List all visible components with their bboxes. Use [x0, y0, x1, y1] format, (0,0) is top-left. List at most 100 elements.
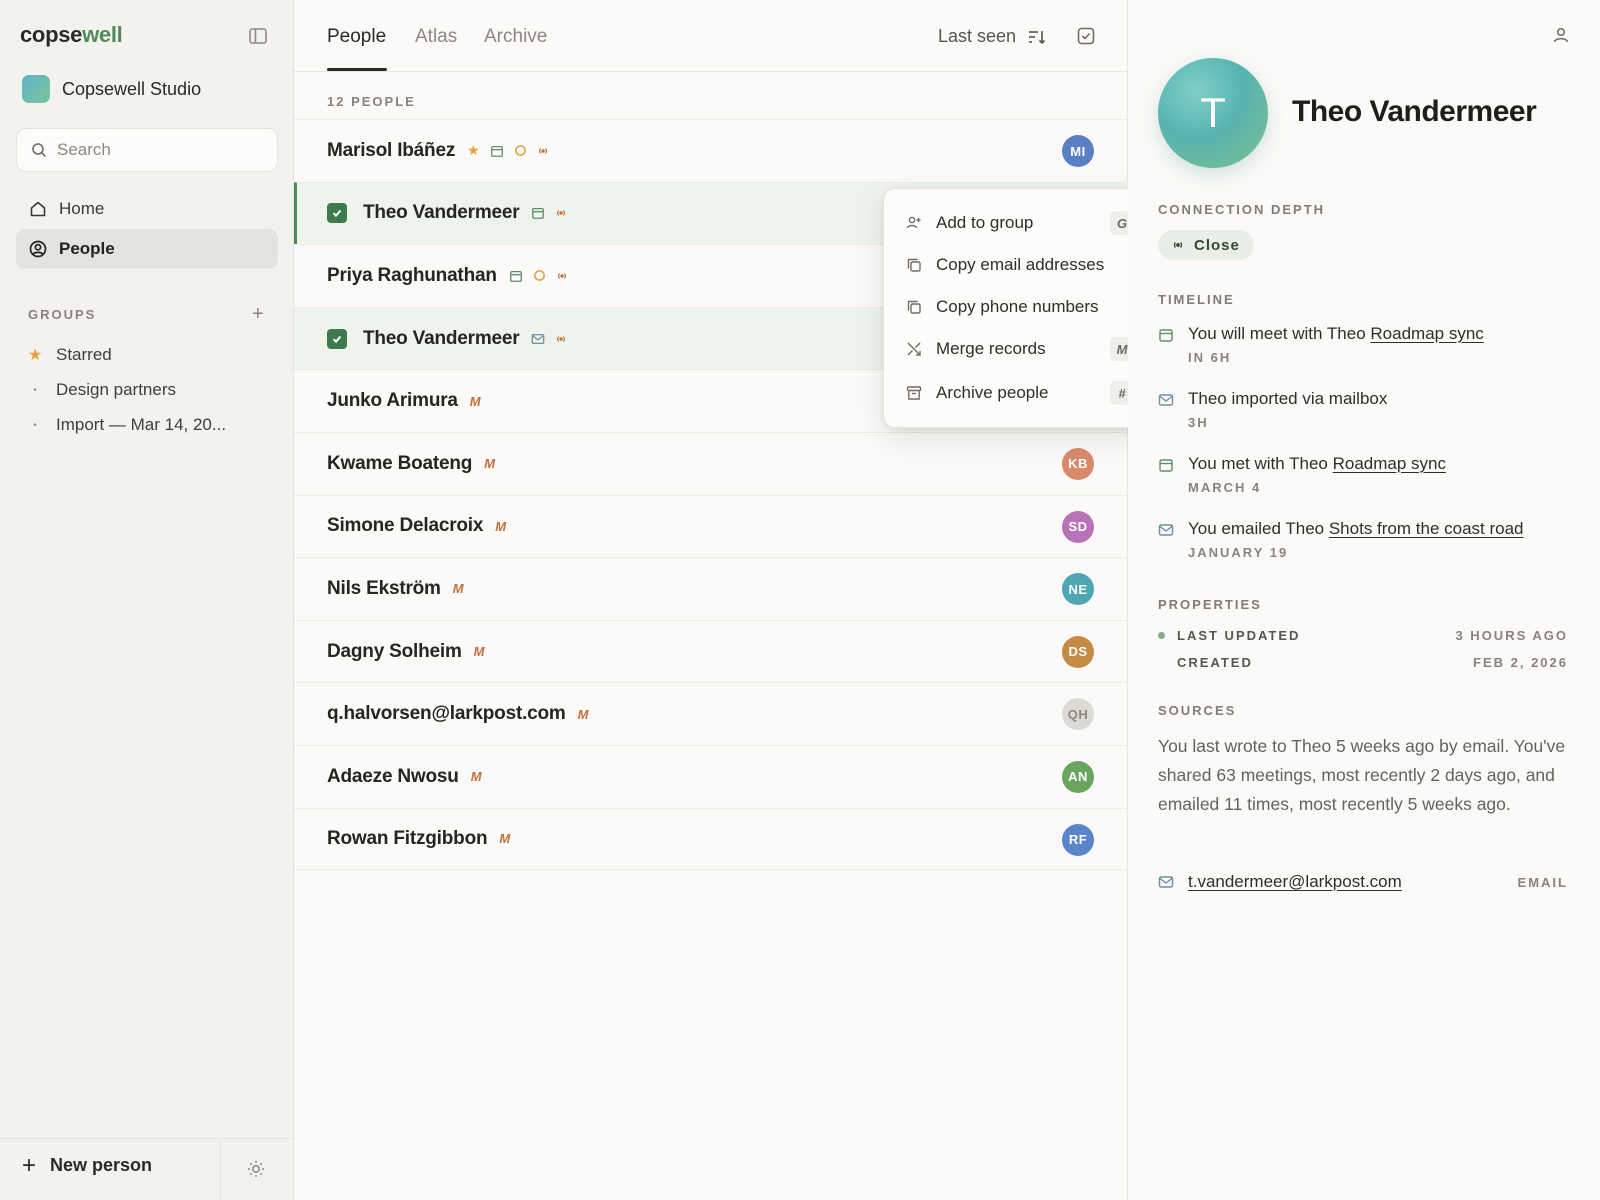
person-row[interactable]: q.halvorsen@larkpost.com M QH: [294, 682, 1128, 745]
tab-bar: People Atlas Archive Last seen: [294, 0, 1128, 72]
person-name: Adaeze Nwosu: [327, 765, 459, 787]
group-item-starred[interactable]: ★ Starred: [28, 345, 112, 365]
mailbox-import-badge: M: [484, 456, 496, 472]
menu-item-copy-emails[interactable]: Copy email addresses: [906, 248, 1134, 282]
properties-heading: PROPERTIES: [1158, 597, 1262, 612]
timeline-item: Theo imported via mailbox 3H: [1158, 389, 1578, 430]
sort-button[interactable]: Last seen: [938, 26, 1046, 47]
new-person-label: New person: [50, 1155, 153, 1175]
user-icon[interactable]: [1552, 26, 1572, 46]
timeline-link[interactable]: Shots from the coast road: [1329, 519, 1524, 538]
sidebar-footer: + New person: [0, 1138, 294, 1200]
email-link[interactable]: t.vandermeer@larkpost.com: [1188, 872, 1402, 892]
person-name: Nils Ekström: [327, 577, 441, 599]
person-badges: [531, 332, 567, 346]
calendar-icon: [1158, 327, 1174, 343]
menu-item-add-to-group[interactable]: Add to group G: [906, 206, 1134, 240]
sources-heading: SOURCES: [1158, 703, 1237, 718]
signal-icon: [1172, 240, 1184, 250]
row-checkbox[interactable]: [327, 328, 347, 349]
person-avatar: SD: [1062, 510, 1094, 543]
person-circle-icon: [29, 240, 47, 258]
tab-atlas[interactable]: Atlas: [415, 26, 457, 48]
property-row: LAST UPDATED 3 HOURS AGO: [1158, 628, 1568, 643]
person-row[interactable]: Rowan Fitzgibbon M RF: [294, 807, 1128, 871]
timeline-item: You emailed Theo Shots from the coast ro…: [1158, 519, 1578, 560]
group-label: Design partners: [56, 380, 177, 399]
signal-icon: [556, 271, 568, 281]
menu-item-label: Merge records: [936, 339, 1046, 358]
status-dot: [1158, 632, 1165, 639]
mail-icon: [531, 332, 545, 346]
group-item-design-partners[interactable]: • Design partners: [28, 380, 176, 400]
person-name: Theo Vandermeer: [363, 327, 520, 349]
sun-icon[interactable]: [246, 1159, 268, 1181]
tab-archive[interactable]: Archive: [484, 26, 547, 48]
person-avatar: KB: [1062, 447, 1094, 480]
search-input[interactable]: [57, 140, 257, 160]
email-source-row: t.vandermeer@larkpost.com EMAIL: [1158, 872, 1568, 892]
search-box[interactable]: [16, 128, 278, 172]
person-badges: M: [453, 581, 464, 596]
copy-icon: [906, 299, 922, 315]
app-logo[interactable]: copsewell: [20, 22, 123, 48]
person-avatar: DS: [1062, 635, 1094, 668]
mailbox-import-badge: M: [469, 393, 481, 409]
timeline-heading: TIMELINE: [1158, 292, 1235, 307]
person-name: Marisol Ibáñez: [327, 139, 456, 161]
calendar-icon: [1158, 457, 1174, 473]
person-name: q.halvorsen@larkpost.com: [327, 703, 566, 725]
person-badges: [509, 269, 568, 283]
mail-icon: [1158, 874, 1174, 890]
signal-icon: [555, 208, 567, 218]
row-checkbox[interactable]: [327, 203, 347, 224]
add-person-icon: [906, 215, 922, 231]
person-badges: ★: [467, 142, 549, 159]
person-badges: M: [474, 644, 485, 659]
mail-icon: [1158, 522, 1174, 538]
timeline-link[interactable]: Roadmap sync: [1370, 324, 1483, 343]
person-detail-pane: T Theo Vandermeer CONNECTION DEPTH Close…: [1128, 0, 1600, 1200]
select-mode-icon[interactable]: [1076, 26, 1098, 48]
menu-item-label: Copy phone numbers: [936, 297, 1099, 316]
person-row[interactable]: Marisol Ibáñez ★ MI: [294, 119, 1128, 182]
nav-item-people[interactable]: People: [16, 229, 278, 269]
timeline-text: Theo imported via mailbox: [1188, 389, 1388, 408]
person-row[interactable]: Dagny Solheim M DS: [294, 619, 1128, 683]
menu-item-merge-records[interactable]: Merge records M: [906, 332, 1134, 366]
sidebar-toggle-icon[interactable]: [248, 26, 270, 48]
person-row[interactable]: Adaeze Nwosu M AN: [294, 744, 1128, 808]
mailbox-import-badge: M: [499, 831, 511, 847]
sources-summary: You last wrote to Theo 5 weeks ago by em…: [1158, 736, 1566, 814]
person-badges: M: [499, 831, 510, 846]
new-person-button[interactable]: + New person: [22, 1153, 153, 1177]
group-item-import[interactable]: • Import — Mar 14, 20...: [28, 415, 226, 435]
sort-label: Last seen: [938, 26, 1017, 46]
person-name: Dagny Solheim: [327, 640, 462, 662]
tab-people[interactable]: People: [327, 26, 386, 48]
connection-depth-badge[interactable]: Close: [1158, 230, 1254, 260]
person-row[interactable]: Simone Delacroix M SD: [294, 494, 1128, 558]
person-avatar: NE: [1062, 573, 1094, 606]
connection-depth-value: Close: [1194, 236, 1240, 254]
people-count: 12 PEOPLE: [327, 94, 416, 109]
active-tab-indicator: [327, 68, 387, 71]
person-name: Junko Arimura: [327, 390, 458, 412]
person-row[interactable]: Kwame Boateng M KB: [294, 431, 1128, 495]
add-group-button[interactable]: +: [252, 304, 264, 324]
menu-item-archive-people[interactable]: Archive people #: [906, 376, 1134, 410]
timeline-text: You will meet with Theo: [1188, 324, 1371, 343]
workspace-avatar: [22, 75, 50, 103]
mailbox-import-badge: M: [577, 706, 589, 722]
nav-item-home[interactable]: Home: [16, 189, 278, 229]
workspace-switcher[interactable]: Copsewell Studio: [22, 75, 201, 103]
timeline-time: 3H: [1188, 415, 1209, 430]
signal-icon: [555, 334, 567, 344]
group-label: Starred: [56, 345, 112, 364]
menu-item-copy-phones[interactable]: Copy phone numbers: [906, 290, 1134, 324]
person-row[interactable]: Nils Ekström M NE: [294, 557, 1128, 620]
workspace-name: Copsewell Studio: [62, 78, 202, 99]
timeline-link[interactable]: Roadmap sync: [1333, 454, 1446, 473]
search-icon: [31, 142, 47, 158]
person-name: Kwame Boateng: [327, 452, 473, 474]
